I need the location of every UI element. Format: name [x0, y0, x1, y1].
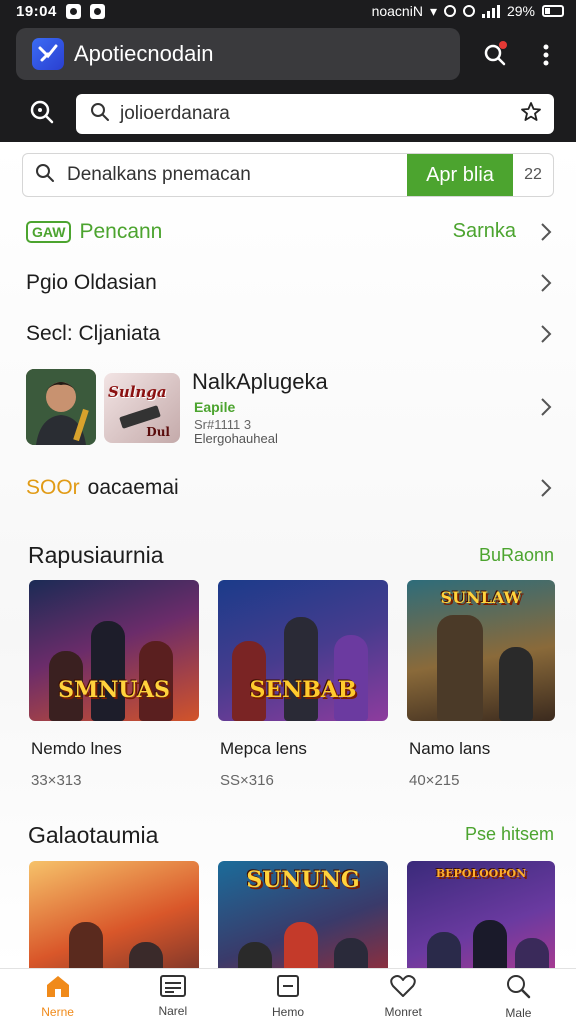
game-card[interactable]: BEPOLOOPON: [407, 861, 555, 968]
menu-item-label: Pgio Oldasian: [26, 271, 157, 294]
menu-item-link[interactable]: Sarnka: [453, 220, 516, 243]
game-card-stat: SS×316: [220, 772, 274, 789]
game-card[interactable]: SENBAB Mepca lens SS×316: [218, 580, 388, 789]
app-logo-icon: [32, 38, 64, 70]
search-icon: [505, 973, 531, 1002]
app-thumbnail-logo-text: Sulnga: [108, 383, 167, 401]
wifi-icon: ▾: [429, 2, 437, 19]
location-icon: [462, 5, 475, 17]
menu-item-pencann[interactable]: GAW Pencann Sarnka: [26, 212, 556, 252]
search-icon: [90, 102, 110, 127]
menu-item-cljaniata[interactable]: Secl: Cljaniata: [26, 314, 556, 354]
status-bar: 19:04 noacniN ▾ 29%: [0, 0, 576, 22]
chevron-right-icon: [540, 222, 552, 248]
game-card-logo: SENBAB: [249, 677, 357, 703]
notification-dot: [499, 41, 507, 49]
game-card[interactable]: SUNUNG: [218, 861, 388, 968]
section-see-all-link[interactable]: BuRaonn: [479, 545, 554, 566]
game-card-title: Nemdo lnes: [31, 739, 122, 758]
star-icon[interactable]: [520, 101, 542, 128]
app-header: Apotiecnodain jolioerdanara: [0, 22, 576, 142]
app-thumbnail-portrait: [26, 369, 96, 445]
main-content: Denalkans pnemacan Apr blia 22 GAW Penca…: [0, 142, 576, 968]
game-card-art: SMNUAS: [29, 580, 199, 721]
nav-narel[interactable]: Narel: [115, 969, 230, 1024]
game-card-art: SUNUNG: [218, 861, 388, 968]
game-card-logo: SMNUAS: [58, 677, 170, 703]
heart-icon: [390, 974, 416, 1001]
chevron-right-icon: [540, 478, 552, 504]
game-card-art: SUNLAW: [407, 580, 555, 721]
carrier-label: noacniN: [371, 3, 423, 19]
alarm-icon: [443, 5, 456, 17]
app-subtitle: Elergohauheal: [194, 431, 278, 446]
nav-label: Monret: [384, 1005, 422, 1019]
section-title: Rapusiaurnia: [28, 542, 164, 568]
game-card[interactable]: SUNLAW Namo lans 40×215: [407, 580, 555, 789]
chevron-right-icon: [540, 324, 552, 350]
menu-item-oacaemai[interactable]: SOOr oacaemai: [26, 468, 556, 508]
signal-icon: [481, 4, 500, 18]
game-card-logo: SUNUNG: [246, 867, 360, 893]
game-card-art: [29, 861, 199, 968]
game-card-art: BEPOLOOPON: [407, 861, 555, 968]
filter-count: 22: [524, 166, 542, 183]
home-icon: [45, 974, 71, 1001]
minus-box-icon: [276, 974, 300, 1001]
game-card-stat: 40×215: [409, 772, 460, 789]
nav-label: Male: [505, 1006, 532, 1020]
menu-item-label: oacaemai: [87, 476, 179, 499]
more-menu-icon[interactable]: [531, 40, 561, 70]
game-card-logo: BEPOLOOPON: [435, 867, 527, 880]
bottom-navigation: Nerne Narel Hemo Monret Male: [0, 968, 576, 1024]
game-card[interactable]: SMNUAS Nemdo lnes 33×313: [29, 580, 199, 789]
nav-label: Nerne: [41, 1005, 74, 1019]
search-input[interactable]: jolioerdanara: [76, 94, 554, 134]
menu-item-label: Secl: Cljaniata: [26, 322, 161, 345]
chevron-right-icon: [540, 273, 552, 299]
chevron-right-icon: [540, 397, 552, 422]
game-card-stat: 33×313: [31, 772, 82, 789]
app-tag: Eapile: [194, 399, 236, 415]
menu-item-label: Pencann: [79, 220, 163, 243]
featured-app-item[interactable]: Sulnga Dul NalkAplugeka Eapile Sr#1111 3…: [26, 369, 556, 449]
list-icon: [159, 975, 186, 1000]
notification-search-icon[interactable]: [480, 40, 510, 70]
battery-icon: [542, 5, 564, 17]
nav-male[interactable]: Male: [461, 969, 576, 1024]
game-card-art: SENBAB: [218, 580, 388, 721]
nav-label: Hemo: [272, 1005, 305, 1019]
nav-hemo[interactable]: Hemo: [230, 969, 345, 1024]
nav-label: Narel: [158, 1004, 188, 1018]
search-icon[interactable]: [26, 96, 58, 128]
section-see-all-link[interactable]: Pse hitsem: [465, 824, 554, 845]
menu-item-oldasian[interactable]: Pgio Oldasian: [26, 263, 556, 303]
game-card[interactable]: [29, 861, 199, 968]
menu-badge: GAW: [26, 221, 72, 243]
search-query: jolioerdanara: [120, 103, 230, 124]
game-card-title: Mepca lens: [220, 739, 307, 758]
app-title: NalkAplugeka: [192, 369, 328, 394]
app-meta: Sr#1111 3: [194, 417, 252, 432]
game-card-title: Namo lans: [409, 739, 491, 758]
section-title: Galaotaumia: [28, 822, 159, 848]
nav-monret[interactable]: Monret: [346, 969, 461, 1024]
menu-item-prefix: SOOr: [26, 476, 80, 499]
status-time: 19:04: [16, 2, 57, 20]
nav-home[interactable]: Nerne: [0, 969, 115, 1024]
app-notification-icon: [89, 3, 105, 19]
search-placeholder: Denalkans pnemacan: [67, 164, 251, 185]
battery-label: 29%: [506, 3, 535, 19]
game-card-logo: SUNLAW: [440, 588, 522, 607]
apply-button[interactable]: Apr blia: [407, 154, 513, 196]
app-thumbnail-sub-text: Dul: [146, 425, 170, 439]
app-title-bar[interactable]: Apotiecnodain: [16, 28, 460, 80]
app-title: Apotiecnodain: [74, 41, 214, 66]
app-notification-icon: [65, 3, 81, 19]
app-thumbnail-logo: Sulnga Dul: [104, 373, 180, 443]
secondary-search-field[interactable]: Denalkans pnemacan Apr blia 22: [22, 153, 554, 197]
search-icon: [35, 163, 55, 188]
